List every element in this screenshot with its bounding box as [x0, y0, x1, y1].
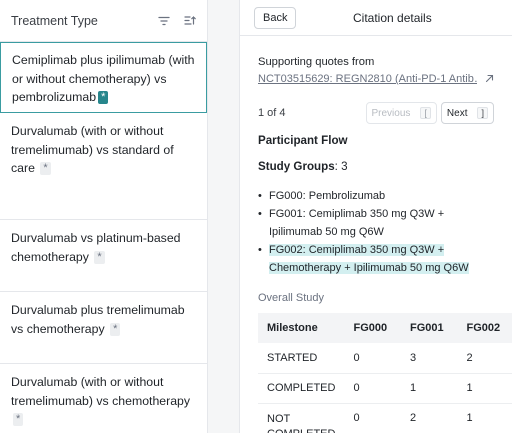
- table-cell: 0: [344, 403, 401, 433]
- citation-badge[interactable]: *: [110, 322, 121, 336]
- supporting-label: Supporting quotes from: [258, 56, 375, 68]
- group-list: FG000: Pembrolizumab FG001: Cemiplimab 3…: [258, 187, 494, 277]
- list-item: FG002: Cemiplimab 350 mg Q3W + Chemother…: [258, 241, 494, 277]
- list-item[interactable]: Durvalumab (with or without tremelimumab…: [0, 113, 207, 220]
- list-item[interactable]: Cemiplimab plus ipilimumab (with or with…: [0, 42, 207, 113]
- study-groups-count: : 3: [334, 160, 348, 173]
- pager: 1 of 4 Previous [ Next]: [258, 102, 494, 124]
- trial-link[interactable]: NCT03515629: REGN2810 (Anti-PD-1 Antib…: [258, 73, 477, 85]
- table-cell: 1: [400, 373, 458, 404]
- table-cell: 1: [457, 403, 512, 433]
- previous-label: Previous: [371, 107, 411, 119]
- list-item: FG000: Pembrolizumab: [258, 187, 494, 205]
- table-cell: 1: [457, 373, 512, 404]
- sort-icon[interactable]: [183, 14, 197, 28]
- citation-badge[interactable]: *: [13, 413, 24, 426]
- study-groups: Study Groups: 3: [258, 160, 494, 173]
- table-row: STARTED 0 3 2: [258, 343, 512, 374]
- treatment-label: Durvalumab (with or without tremelimumab…: [11, 375, 191, 408]
- highlighted-quote: FG002: Cemiplimab 350 mg Q3W + Chemother…: [269, 244, 469, 274]
- table-cell: NOT COMPLETED: [258, 403, 345, 433]
- citation-badge[interactable]: *: [40, 162, 51, 175]
- group-text: FG001: Cemiplimab 350 mg Q3W + Ipilimuma…: [269, 208, 445, 238]
- citation-header: Back Citation details: [240, 0, 512, 36]
- shortcut-key: ]: [477, 107, 488, 119]
- shortcut-key: [: [420, 107, 431, 119]
- column-title: Treatment Type: [11, 13, 98, 28]
- list-item[interactable]: Durvalumab plus tremelimumab vs chemothe…: [0, 292, 207, 364]
- table-cell: 0: [344, 343, 401, 374]
- table-row: NOT COMPLETED 0 2 1: [258, 403, 512, 433]
- previous-button[interactable]: Previous [: [365, 102, 437, 124]
- back-button[interactable]: Back: [254, 6, 297, 29]
- treatment-label: Durvalumab plus tremelimumab vs chemothe…: [11, 303, 185, 336]
- table-header: FG002: [457, 313, 512, 343]
- group-text: FG000: Pembrolizumab: [269, 190, 386, 202]
- treatment-label: Durvalumab (with or without tremelimumab…: [11, 124, 174, 175]
- list-item[interactable]: Durvalumab vs platinum-based chemotherap…: [0, 220, 207, 292]
- table-header: Milestone: [258, 313, 345, 343]
- overall-study-label: Overall Study: [258, 292, 325, 304]
- table-cell: 2: [400, 403, 458, 433]
- filter-icon[interactable]: [157, 14, 171, 28]
- section-title: Participant Flow: [258, 134, 348, 147]
- table-row: COMPLETED 0 1 1: [258, 373, 512, 404]
- treatment-list-panel: Treatment Type Cemiplimab plus ipilimuma…: [0, 0, 207, 433]
- table-cell: STARTED: [258, 343, 345, 374]
- next-button[interactable]: Next]: [440, 102, 494, 124]
- milestone-table: Milestone FG000 FG001 FG002 STARTED 0 3 …: [258, 313, 512, 433]
- table-cell: 0: [344, 373, 401, 404]
- table-cell: 2: [457, 343, 512, 374]
- list-item: FG001: Cemiplimab 350 mg Q3W + Ipilimuma…: [258, 205, 494, 241]
- list-item[interactable]: Durvalumab (with or without tremelimumab…: [0, 364, 207, 433]
- panel-divider: [207, 0, 240, 433]
- external-link-icon[interactable]: [485, 72, 494, 86]
- citation-badge[interactable]: *: [98, 91, 109, 104]
- table-header: FG001: [400, 313, 458, 343]
- panel-title: Citation details: [353, 10, 432, 25]
- table-header: FG000: [344, 313, 401, 343]
- table-cell: COMPLETED: [258, 373, 345, 404]
- citation-badge[interactable]: *: [94, 250, 105, 264]
- study-groups-label: Study Groups: [258, 160, 335, 173]
- table-cell: 3: [400, 343, 458, 374]
- citation-panel: Back Citation details Supporting quotes …: [240, 0, 512, 433]
- page-count: 1 of 4: [258, 107, 286, 119]
- column-header: Treatment Type: [0, 0, 207, 42]
- next-label: Next: [446, 107, 468, 119]
- table-header-row: Milestone FG000 FG001 FG002: [258, 313, 512, 343]
